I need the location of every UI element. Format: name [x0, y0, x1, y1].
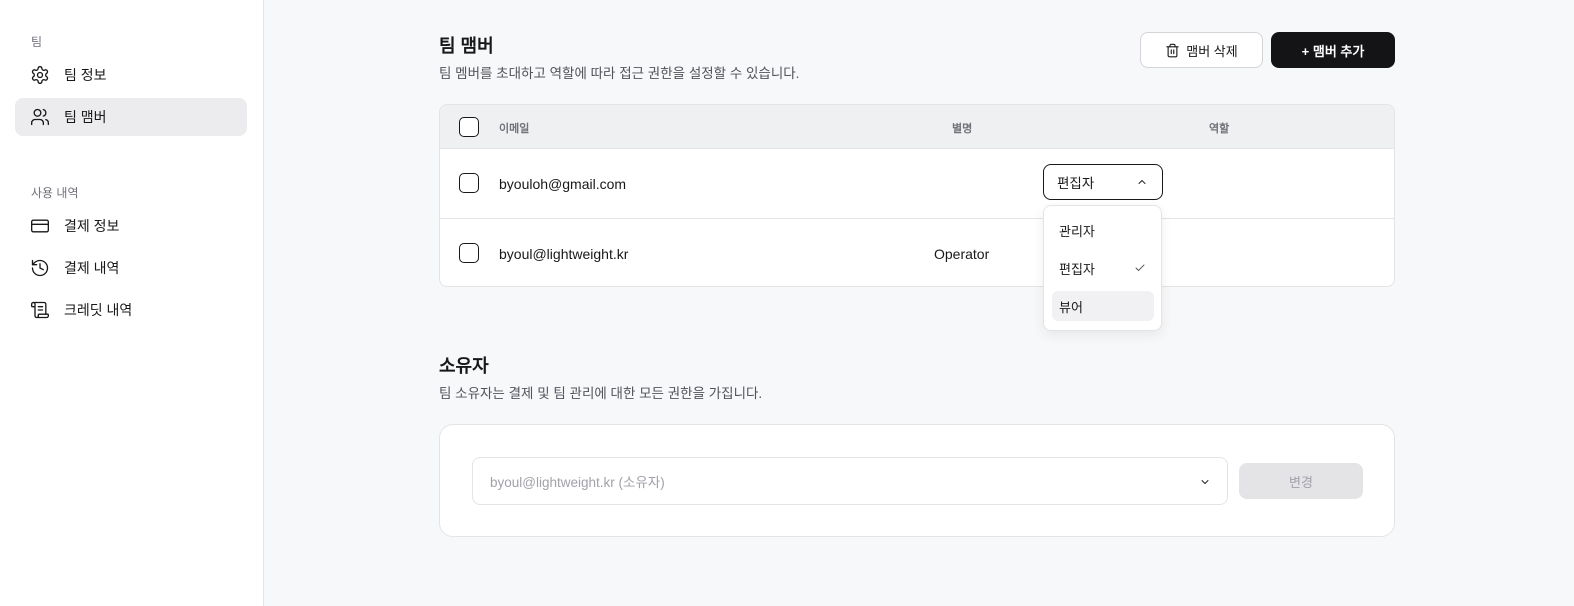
members-description: 팀 멤버를 초대하고 역할에 따라 접근 권한을 설정할 수 있습니다.: [439, 66, 800, 81]
row-checkbox[interactable]: [459, 173, 479, 193]
sidebar-section-usage-label: 사용 내역: [31, 186, 79, 200]
member-email: byouloh@gmail.com: [499, 176, 627, 192]
change-owner-button[interactable]: 변경: [1239, 463, 1363, 499]
owner-select-value: byoul@lightweight.kr (소유자): [490, 475, 665, 490]
members-title: 팀 맴버: [439, 36, 494, 56]
chevron-down-icon: [1201, 480, 1209, 484]
scroll-icon: [31, 301, 49, 319]
role-select[interactable]: 편집자: [1043, 164, 1163, 200]
table-header: 이메일 별명 역할: [440, 105, 1394, 149]
table-row: byouloh@gmail.com: [440, 150, 1394, 219]
trash-icon: [1166, 43, 1179, 57]
role-option-label: 관리자: [1059, 223, 1095, 239]
role-select-value: 편집자: [1057, 176, 1095, 191]
sidebar-item-billing-info[interactable]: 결제 정보: [15, 207, 247, 245]
chevron-up-icon: [1138, 180, 1146, 184]
sidebar-item-credit-history[interactable]: 크레딧 내역: [15, 291, 247, 329]
owner-select[interactable]: byoul@lightweight.kr (소유자): [472, 457, 1228, 505]
row-checkbox[interactable]: [459, 243, 479, 263]
sidebar-item-label: 결제 정보: [64, 218, 120, 234]
role-option-label: 뷰어: [1059, 299, 1083, 315]
credit-card-icon: [31, 219, 49, 233]
owner-card: byoul@lightweight.kr (소유자) 변경: [439, 424, 1395, 537]
members-table: 이메일 별명 역할 byouloh@gmail.com byoul@lightw…: [439, 104, 1395, 287]
users-icon: [31, 108, 49, 126]
history-icon: [31, 259, 49, 277]
owner-title: 소유자: [439, 356, 489, 376]
role-option-label: 편집자: [1059, 261, 1095, 277]
gear-icon: [31, 66, 49, 85]
sidebar-item-label: 팀 맴버: [64, 109, 107, 125]
sidebar-item-label: 크레딧 내역: [64, 302, 133, 318]
column-header-email: 이메일: [499, 123, 530, 135]
role-option-editor[interactable]: 편집자: [1052, 253, 1154, 283]
add-member-button[interactable]: + 맴버 추가: [1271, 32, 1395, 68]
column-header-nickname: 별명: [952, 123, 973, 135]
sidebar-item-label: 결제 내역: [64, 260, 120, 276]
table-row: byoul@lightweight.kr Operator: [440, 219, 1394, 286]
check-icon: [1135, 264, 1145, 271]
sidebar-item-label: 팀 정보: [64, 67, 107, 83]
delete-member-button[interactable]: 맴버 삭제: [1140, 32, 1263, 68]
role-dropdown-menu: 관리자 편집자 뷰어: [1043, 205, 1162, 331]
owner-description: 팀 소유자는 결제 및 팀 관리에 대한 모든 권한을 가집니다.: [439, 386, 763, 401]
member-email: byoul@lightweight.kr: [499, 246, 629, 262]
sidebar-item-team-info[interactable]: 팀 정보: [15, 56, 247, 94]
sidebar-item-billing-history[interactable]: 결제 내역: [15, 249, 247, 287]
select-all-checkbox[interactable]: [459, 117, 479, 137]
sidebar: 팀 팀 정보 팀 맴버 사용 내역 결제 정보 결제 내역 크레딧 내역: [0, 0, 264, 606]
delete-member-label: 맴버 삭제: [1186, 43, 1238, 59]
sidebar-item-team-members[interactable]: 팀 맴버: [15, 98, 247, 136]
member-nickname: Operator: [934, 246, 990, 262]
column-header-role: 역할: [1209, 123, 1230, 135]
role-option-viewer[interactable]: 뷰어: [1052, 291, 1154, 321]
sidebar-section-team-label: 팀: [31, 35, 43, 49]
role-option-admin[interactable]: 관리자: [1052, 215, 1154, 245]
